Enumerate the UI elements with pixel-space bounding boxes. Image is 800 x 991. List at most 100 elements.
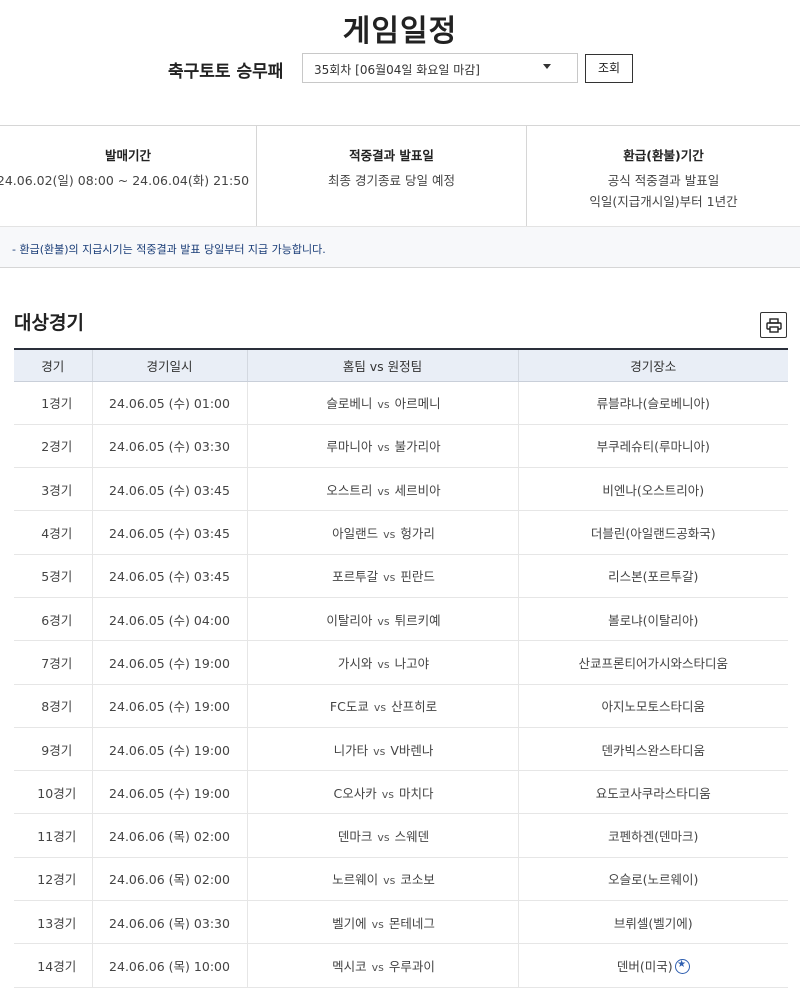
- game-match: C오사카 vs 마치다: [246, 770, 518, 815]
- round-select[interactable]: 35회차 [06월04일 화요일 마감]: [302, 53, 578, 83]
- refund-period-line1: 공식 적중결과 발표일: [607, 173, 720, 188]
- vs-label: vs: [377, 657, 390, 671]
- away-team: 헝가리: [400, 526, 435, 542]
- home-team: 가시와: [337, 655, 373, 671]
- table-row: 5경기 24.06.05 (수) 03:45 포르투갈 vs 핀란드 리스본(포르투갈): [14, 554, 788, 598]
- refund-period: 환급(환불)기간 공식 적중결과 발표일 익일(지급개시일)부터 1년간: [527, 126, 800, 226]
- venue-name: 오슬로(노르웨이): [608, 872, 699, 888]
- game-match: 니가타 vs V바렌나: [246, 727, 518, 772]
- venue-name: 부쿠레슈티(루마니아): [596, 439, 710, 455]
- home-team: 아일랜드: [332, 526, 379, 542]
- game-venue: 코펜하겐(덴마크): [517, 813, 788, 858]
- refund-note: - 환급(환불)의 지급시기는 적중결과 발표 당일부터 지급 가능합니다.: [0, 226, 800, 267]
- game-datetime: 24.06.05 (수) 03:30: [91, 424, 247, 469]
- game-venue: 비엔나(오스트리아): [517, 467, 788, 512]
- venue-name: 요도코사쿠라스타디움: [595, 785, 711, 801]
- game-match: 멕시코 vs 우루과이: [246, 943, 518, 988]
- game-number: 10경기: [14, 770, 92, 815]
- game-match: 노르웨이 vs 코소보: [246, 857, 518, 902]
- home-team: 벨기에: [332, 915, 367, 931]
- game-venue: 아지노모토스타디움: [517, 684, 788, 728]
- vs-label: vs: [377, 398, 390, 412]
- away-team: 불가리아: [394, 439, 441, 455]
- sale-period: 발매기간 24.06.02(일) 08:00 ~ 24.06.04(화) 21:…: [0, 126, 256, 226]
- home-team: 슬로베니: [326, 396, 373, 412]
- table-row: 6경기 24.06.05 (수) 04:00 이탈리아 vs 튀르키예 볼로냐(이탈리아): [14, 597, 788, 642]
- game-number: 8경기: [14, 684, 92, 728]
- table-row: 4경기 24.06.05 (수) 03:45 아일랜드 vs 헝가리 더블린(아일랜드공화…: [14, 510, 788, 555]
- game-venue: 류블랴나(슬로베니아): [517, 381, 788, 425]
- table-row: 11경기 24.06.06 (목) 02:00 덴마크 vs 스웨덴 코펜하겐(덴마크): [14, 813, 788, 858]
- games-table: 경기 경기일시 홈팀 vs 원정팀 경기장소 1경기 24.06.05 (수) 0…: [14, 348, 788, 988]
- venue-name: 덴버(미국): [616, 959, 673, 974]
- table-row: 9경기 24.06.05 (수) 19:00 니가타 vs V바렌나 덴카빅스완스타디움: [14, 727, 788, 772]
- game-number: 9경기: [14, 727, 92, 772]
- game-venue: 덴카빅스완스타디움: [517, 727, 788, 772]
- header-datetime: 경기일시: [91, 348, 247, 382]
- game-venue: 리스본(포르투갈): [517, 554, 788, 598]
- table-row: 1경기 24.06.05 (수) 01:00 슬로베니 vs 아르메니 류블랴나(슬로베니…: [14, 381, 788, 425]
- game-datetime: 24.06.05 (수) 19:00: [91, 640, 247, 685]
- game-venue: 부쿠레슈티(루마니아): [517, 424, 788, 469]
- print-button[interactable]: [760, 312, 787, 338]
- game-number: 12경기: [14, 857, 92, 902]
- table-row: 14경기 24.06.06 (목) 10:00 멕시코 vs 우루과이 덴버(미국): [14, 943, 788, 988]
- game-number: 11경기: [14, 813, 92, 858]
- header-match: 홈팀 vs 원정팀: [246, 348, 518, 382]
- game-match: 오스트리 vs 세르비아: [246, 467, 518, 512]
- away-team: 튀르키예: [394, 612, 441, 628]
- vs-label: vs: [377, 831, 390, 845]
- star-icon[interactable]: [674, 959, 690, 974]
- game-number: 1경기: [14, 381, 92, 425]
- header-game-no: 경기: [14, 348, 92, 382]
- vs-label: vs: [383, 528, 396, 542]
- game-number: 2경기: [14, 424, 92, 469]
- away-team: 스웨덴: [394, 829, 430, 845]
- search-button[interactable]: 조회: [585, 54, 633, 83]
- game-number: 5경기: [14, 554, 92, 598]
- table-row: 13경기 24.06.06 (목) 03:30 벨기에 vs 몬테네그 브뤼셀(벨기에): [14, 900, 788, 945]
- game-datetime: 24.06.05 (수) 03:45: [91, 554, 247, 598]
- vs-label: vs: [381, 787, 394, 801]
- table-row: 2경기 24.06.05 (수) 03:30 루마니아 vs 불가리아 부쿠레슈티(루마니…: [14, 424, 788, 469]
- game-match: 루마니아 vs 불가리아: [246, 424, 518, 469]
- game-number: 13경기: [14, 900, 92, 945]
- table-row: 10경기 24.06.05 (수) 19:00 C오사카 vs 마치다 요도코사쿠라스타디…: [14, 770, 788, 815]
- away-team: 우루과이: [388, 959, 435, 974]
- game-datetime: 24.06.06 (목) 03:30: [91, 900, 247, 945]
- game-venue: 요도코사쿠라스타디움: [517, 770, 788, 815]
- game-match: 덴마크 vs 스웨덴: [246, 813, 518, 858]
- home-team: 오스트리: [326, 482, 373, 498]
- game-match: FC도쿄 vs 산프히로: [246, 684, 518, 728]
- table-row: 7경기 24.06.05 (수) 19:00 가시와 vs 나고야 산쿄프론티어가시와스타…: [14, 640, 788, 685]
- away-team: 세르비아: [394, 482, 441, 498]
- home-team: 루마니아: [326, 439, 373, 455]
- home-team: 덴마크: [337, 829, 373, 845]
- home-team: 니가타: [333, 742, 369, 758]
- game-match: 가시와 vs 나고야: [246, 640, 518, 685]
- venue-name: 아지노모토스타디움: [601, 699, 705, 715]
- sale-period-text: 24.06.02(일) 08:00 ~ 24.06.04(화) 21:50: [0, 173, 250, 188]
- vs-label: vs: [371, 917, 384, 931]
- game-number: 4경기: [14, 510, 92, 555]
- home-team: 이탈리아: [326, 612, 373, 628]
- game-venue: 브뤼셀(벨기에): [517, 900, 788, 945]
- home-team: FC도쿄: [329, 699, 369, 715]
- game-number: 14경기: [14, 943, 92, 988]
- table-row: 3경기 24.06.05 (수) 03:45 오스트리 vs 세르비아 비엔나(오스트리아…: [14, 467, 788, 512]
- away-team: 아르메니: [394, 396, 441, 412]
- away-team: 나고야: [394, 655, 430, 671]
- game-number: 3경기: [14, 467, 92, 512]
- game-match: 아일랜드 vs 헝가리: [246, 510, 518, 555]
- round-select-value: 35회차 [06월04일 화요일 마감]: [314, 63, 480, 77]
- game-number: 7경기: [14, 640, 92, 685]
- venue-name: 더블린(아일랜드공화국): [590, 526, 716, 542]
- printer-icon: [766, 318, 782, 333]
- game-datetime: 24.06.05 (수) 03:45: [91, 467, 247, 512]
- vs-label: vs: [377, 441, 390, 455]
- game-number: 6경기: [14, 597, 92, 642]
- game-datetime: 24.06.05 (수) 01:00: [91, 381, 247, 425]
- vs-label: vs: [373, 744, 386, 758]
- table-header-row: 경기 경기일시 홈팀 vs 원정팀 경기장소: [14, 348, 788, 382]
- game-match: 이탈리아 vs 튀르키예: [246, 597, 518, 642]
